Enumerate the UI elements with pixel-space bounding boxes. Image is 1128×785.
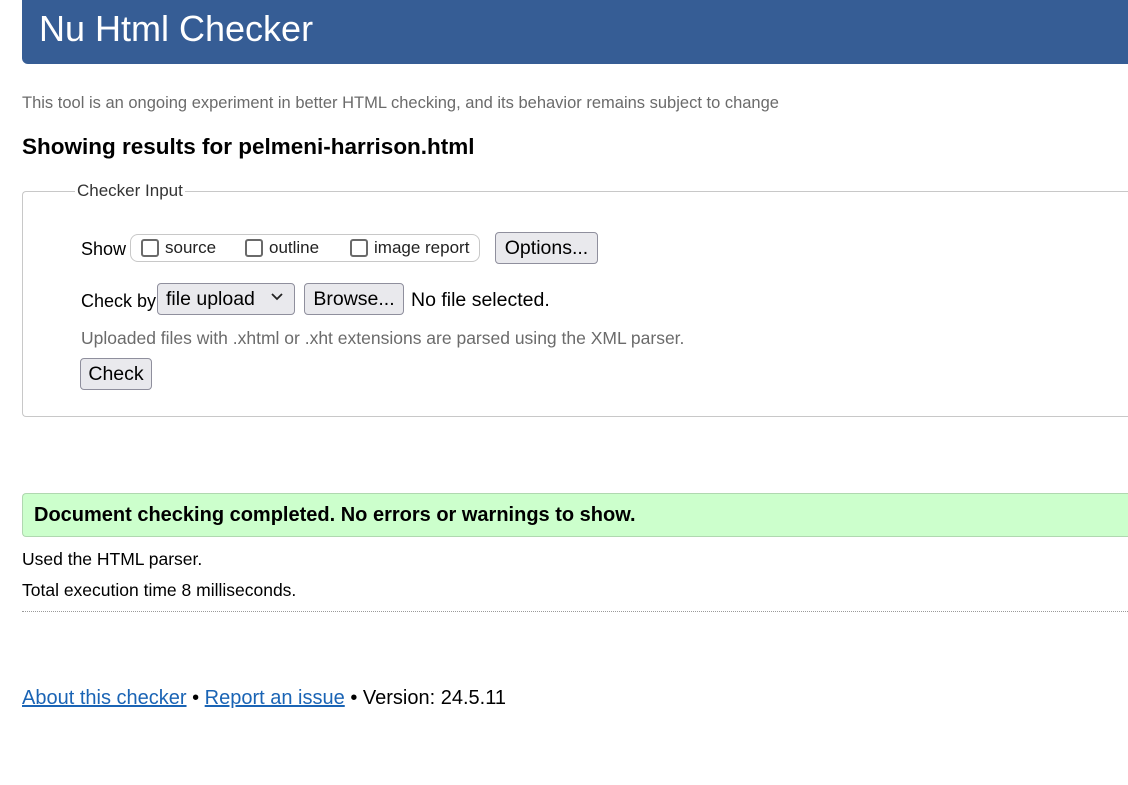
image-report-checkbox-label: image report xyxy=(374,238,470,257)
execution-time: Total execution time 8 milliseconds. xyxy=(22,580,297,600)
check-by-label: Check by xyxy=(81,291,157,311)
image-report-checkbox[interactable] xyxy=(350,239,368,257)
report-issue-link[interactable]: Report an issue xyxy=(205,687,345,709)
options-button[interactable]: Options... xyxy=(495,232,598,264)
checker-input-fieldset: Checker Input Show source outline image … xyxy=(22,181,1128,417)
source-checkbox-label: source xyxy=(165,238,217,257)
success-message: Document checking completed. No errors o… xyxy=(34,504,636,526)
show-source-option[interactable]: source xyxy=(141,237,216,259)
show-image-report-option[interactable]: image report xyxy=(350,237,469,259)
check-button[interactable]: Check xyxy=(80,358,152,390)
success-message-box: Document checking completed. No errors o… xyxy=(22,493,1128,537)
file-status-text: No file selected. xyxy=(411,289,550,311)
tool-description: This tool is an ongoing experiment in be… xyxy=(22,94,779,112)
results-heading: Showing results for pelmeni-harrison.htm… xyxy=(22,134,475,159)
check-by-selected-value: file upload xyxy=(166,287,255,310)
footer-separator: • xyxy=(350,687,358,709)
parser-info: Used the HTML parser. xyxy=(22,549,203,569)
upload-note: Uploaded files with .xhtml or .xht exten… xyxy=(81,328,685,348)
check-by-select[interactable]: file upload xyxy=(157,283,295,315)
checker-input-legend: Checker Input xyxy=(75,181,185,201)
outline-checkbox-label: outline xyxy=(269,238,320,257)
show-outline-option[interactable]: outline xyxy=(245,237,319,259)
divider xyxy=(22,611,1128,612)
outline-checkbox[interactable] xyxy=(245,239,263,257)
chevron-down-icon xyxy=(271,293,283,301)
browse-button[interactable]: Browse... xyxy=(304,283,404,315)
header-banner: Nu Html Checker xyxy=(22,0,1128,64)
about-checker-link[interactable]: About this checker xyxy=(22,687,187,709)
source-checkbox[interactable] xyxy=(141,239,159,257)
page: Nu Html Checker This tool is an ongoing … xyxy=(0,0,1128,785)
footer: About this checker • Report an issue • V… xyxy=(22,687,506,710)
footer-separator: • xyxy=(192,687,200,709)
show-label: Show xyxy=(81,239,127,259)
show-options-group: source outline image report xyxy=(130,234,480,262)
page-title: Nu Html Checker xyxy=(39,8,314,49)
version-text: Version: 24.5.11 xyxy=(362,687,506,709)
